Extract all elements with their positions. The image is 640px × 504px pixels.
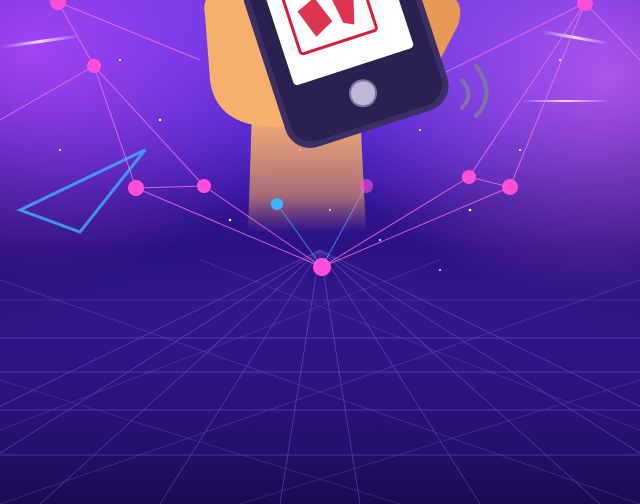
floor — [0, 250, 640, 504]
network-node-blue — [271, 198, 283, 210]
hero-banner — [0, 0, 640, 504]
light-streak — [520, 100, 610, 102]
background-art — [0, 0, 640, 504]
